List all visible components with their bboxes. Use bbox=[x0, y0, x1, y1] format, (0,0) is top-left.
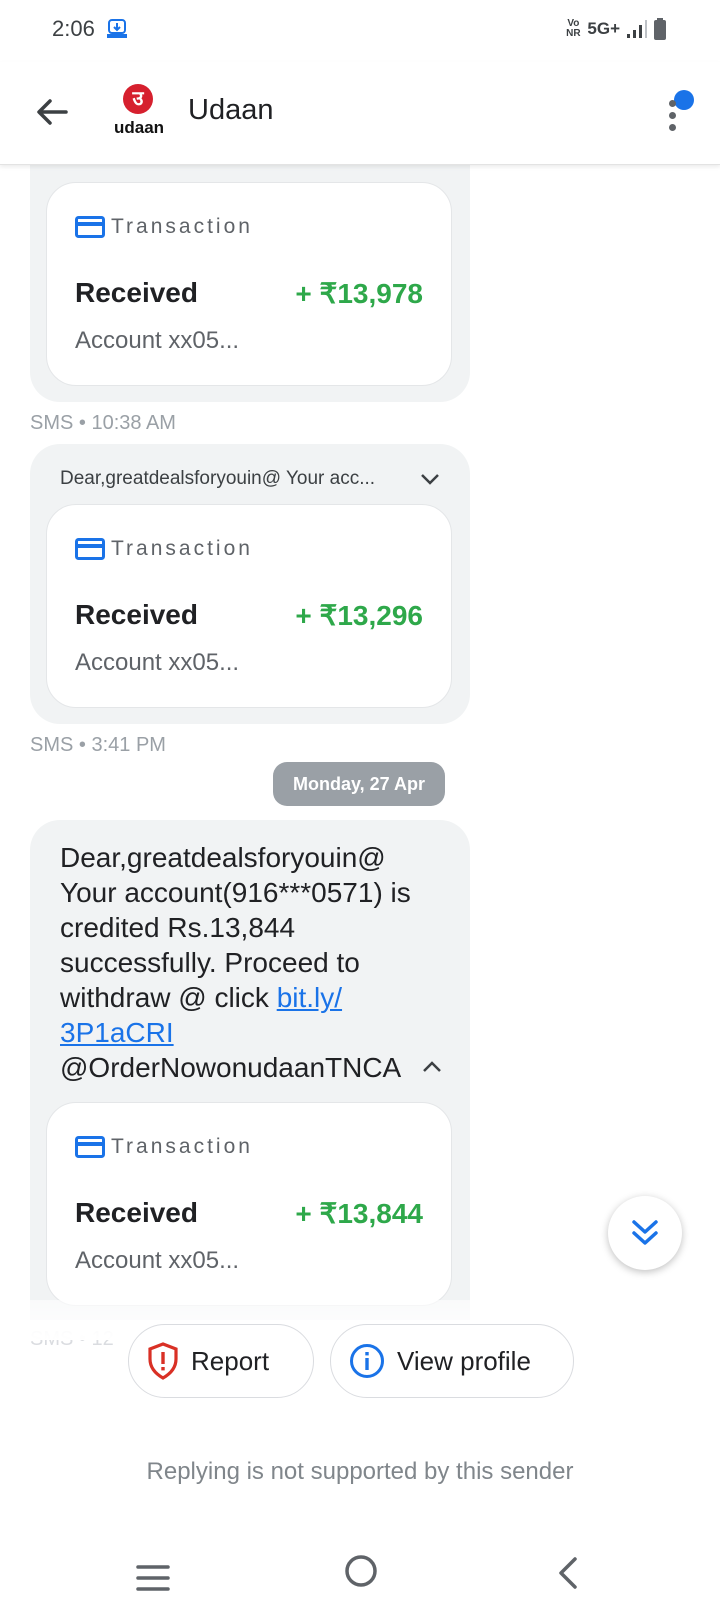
transaction-amount: + ₹13,296 bbox=[295, 600, 423, 631]
udaan-logo-icon: उ bbox=[123, 84, 153, 114]
transaction-card[interactable]: Transaction Received + ₹13,978 Account x… bbox=[46, 182, 452, 386]
message-bubble[interactable]: Dear,greatdealsforyouin@ Your account(91… bbox=[30, 820, 470, 1320]
status-time: 2:06 bbox=[52, 16, 95, 41]
transaction-card[interactable]: Transaction Received + ₹13,844 Account x… bbox=[46, 1102, 452, 1306]
card-label: Transaction bbox=[111, 1135, 253, 1158]
account-number: Account xx05... bbox=[75, 649, 240, 676]
card-label: Transaction bbox=[111, 215, 253, 238]
notification-dot bbox=[674, 90, 694, 110]
nav-back-icon[interactable] bbox=[556, 1556, 578, 1590]
shield-alert-icon bbox=[148, 1342, 178, 1380]
back-arrow-icon[interactable] bbox=[32, 92, 72, 132]
message-meta: SMS • 10:38 AM bbox=[30, 412, 176, 434]
message-body: Dear,greatdealsforyouin@ Your account(91… bbox=[60, 842, 411, 1083]
report-label: Report bbox=[191, 1345, 270, 1376]
expand-chevron-icon[interactable] bbox=[420, 472, 440, 486]
volte-indicator: Vo NR bbox=[566, 18, 581, 39]
card-label: Transaction bbox=[111, 537, 253, 560]
app-bar: उ udaan Udaan bbox=[0, 62, 720, 165]
message-meta: SMS • 3:41 PM bbox=[30, 734, 166, 756]
message-bubble[interactable]: Transaction Received + ₹13,978 Account x… bbox=[30, 140, 470, 402]
message-bubble[interactable]: Dear,greatdealsforyouin@ Your acc... Tra… bbox=[30, 444, 470, 724]
transaction-type: Received bbox=[75, 599, 198, 630]
recent-apps-icon[interactable] bbox=[136, 1564, 170, 1592]
transaction-amount: + ₹13,844 bbox=[295, 1198, 423, 1229]
signal-icon bbox=[627, 20, 647, 38]
download-notification-icon bbox=[107, 19, 127, 38]
transaction-amount: + ₹13,978 bbox=[295, 278, 423, 309]
collapse-chevron-icon[interactable] bbox=[422, 1060, 442, 1074]
status-bar: 2:06 Vo NR 5G+ bbox=[0, 0, 720, 60]
report-button[interactable]: Report bbox=[128, 1324, 314, 1398]
conversation-title: Udaan bbox=[188, 94, 274, 126]
card-icon bbox=[75, 216, 105, 238]
date-chip: Monday, 27 Apr bbox=[273, 762, 445, 806]
status-right: Vo NR 5G+ bbox=[565, 18, 666, 40]
home-icon[interactable] bbox=[344, 1554, 378, 1588]
double-chevron-down-icon bbox=[632, 1220, 658, 1245]
network-type: 5G+ bbox=[587, 19, 620, 38]
view-profile-label: View profile bbox=[397, 1345, 531, 1376]
scroll-to-bottom-button[interactable] bbox=[608, 1196, 682, 1270]
transaction-type: Received bbox=[75, 1197, 198, 1228]
more-options-icon[interactable] bbox=[660, 90, 700, 140]
view-profile-button[interactable]: View profile bbox=[330, 1324, 574, 1398]
account-number: Account xx05... bbox=[75, 1247, 240, 1274]
logo-text: udaan bbox=[113, 118, 165, 137]
transaction-type: Received bbox=[75, 277, 198, 308]
account-number: Account xx05... bbox=[75, 327, 240, 354]
info-icon bbox=[350, 1344, 384, 1378]
card-icon bbox=[75, 538, 105, 560]
system-nav-bar bbox=[0, 1540, 720, 1612]
battery-icon bbox=[654, 18, 666, 40]
card-icon bbox=[75, 1136, 105, 1158]
no-reply-notice: Replying is not supported by this sender bbox=[146, 1458, 574, 1485]
sender-avatar: उ udaan bbox=[112, 84, 166, 144]
transaction-card[interactable]: Transaction Received + ₹13,296 Account x… bbox=[46, 504, 452, 708]
message-preview: Dear,greatdealsforyouin@ Your acc... bbox=[60, 468, 376, 489]
